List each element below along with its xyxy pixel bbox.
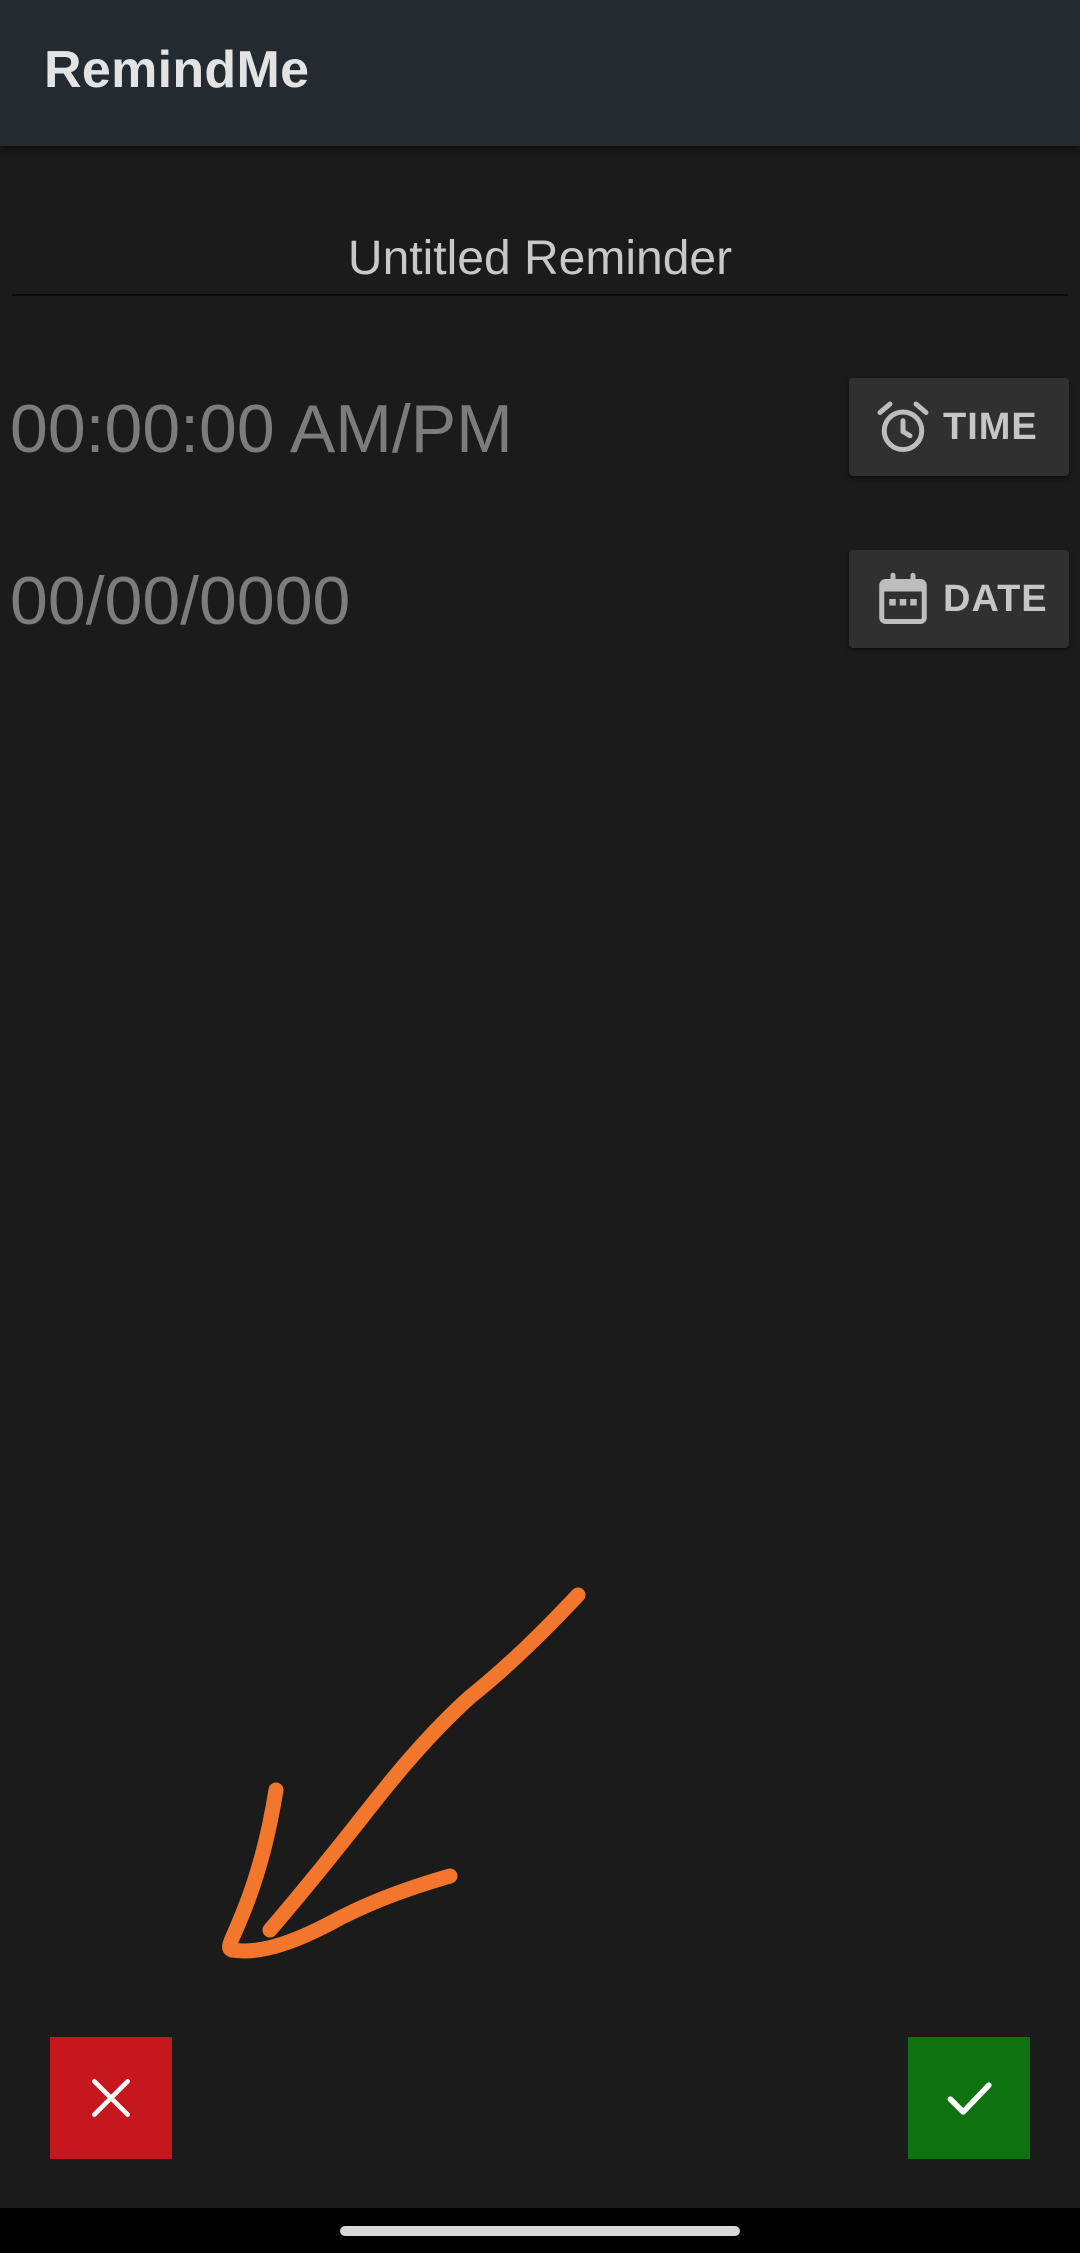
check-icon [947, 2082, 992, 2115]
reminder-title-input[interactable] [12, 222, 1068, 296]
time-button[interactable]: TIME [849, 378, 1069, 476]
calendar-icon [873, 569, 933, 629]
reminder-editor-screen: RemindMe 00:00:00 AM/PM TIME 00/00/0000 [0, 0, 1080, 2253]
cancel-button[interactable] [50, 2037, 172, 2159]
annotation-arrow-icon [222, 1587, 586, 1959]
app-bar: RemindMe [0, 0, 1080, 146]
close-icon [92, 2079, 130, 2117]
date-value: 00/00/0000 [10, 563, 351, 639]
time-button-label: TIME [943, 405, 1038, 448]
app-title: RemindMe [44, 41, 310, 99]
date-button-label: DATE [943, 577, 1048, 620]
home-indicator[interactable] [340, 2226, 740, 2236]
time-value: 00:00:00 AM/PM [10, 391, 513, 467]
date-button[interactable]: DATE [849, 550, 1069, 648]
confirm-button[interactable] [908, 2037, 1030, 2159]
alarm-clock-icon [873, 397, 933, 457]
